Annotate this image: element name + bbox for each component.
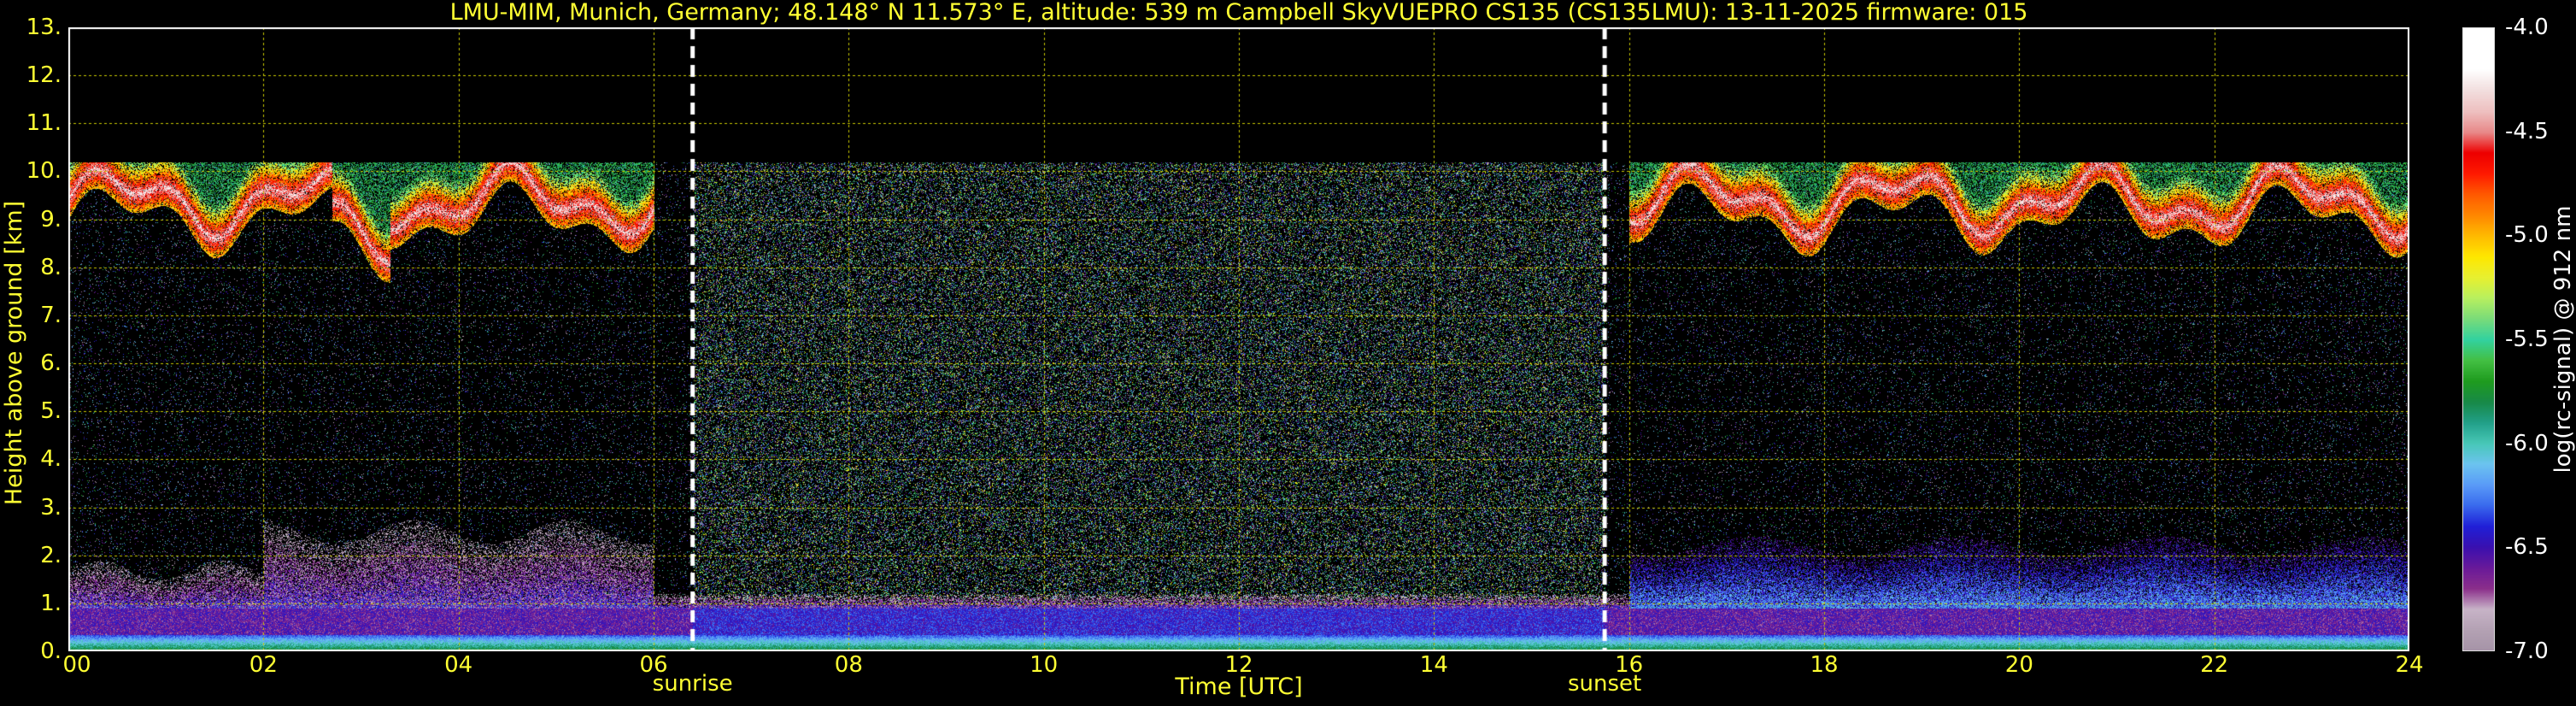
chart-title: LMU-MIM, Munich, Germany; 48.148° N 11.5… — [449, 0, 2028, 26]
y-tick-label: 4. — [40, 446, 62, 473]
ceilometer-chart: LMU-MIM, Munich, Germany; 48.148° N 11.5… — [0, 0, 2576, 706]
y-tick-label: 11. — [26, 110, 62, 137]
x-tick-label: 10 — [1030, 652, 1059, 678]
y-tick-label: 3. — [40, 494, 62, 521]
colorbar-tick-label: -7.0 — [2505, 638, 2549, 664]
x-tick-label: 00 — [62, 652, 91, 678]
x-tick-label: 08 — [834, 652, 863, 678]
y-tick-label: 6. — [40, 350, 62, 377]
x-tick-label: 22 — [2200, 652, 2229, 678]
y-tick-label: 8. — [40, 254, 62, 280]
y-tick-label: 10. — [26, 158, 62, 185]
y-tick-label: 7. — [40, 302, 62, 328]
y-tick-label: 5. — [40, 398, 62, 425]
y-tick-label: 1. — [40, 590, 62, 616]
colorbar-tick-label: -4.5 — [2505, 118, 2549, 144]
colorbar-label: log(rc-signal) @ 912 nm — [2550, 205, 2576, 474]
x-tick-label: 14 — [1419, 652, 1448, 678]
backscatter-heatmap — [68, 27, 2409, 651]
x-tick-label: 02 — [249, 652, 278, 678]
x-tick-label: 04 — [444, 652, 473, 678]
colorbar — [2462, 27, 2495, 651]
colorbar-tick-label: -6.0 — [2505, 430, 2549, 456]
x-tick-label: 12 — [1224, 652, 1253, 678]
sun-event-label: sunset — [1568, 671, 1642, 697]
colorbar-tick-label: -4.0 — [2505, 15, 2549, 40]
colorbar-tick-label: -5.0 — [2505, 222, 2549, 249]
y-tick-label: 2. — [40, 542, 62, 568]
y-tick-label: 9. — [40, 206, 62, 232]
x-tick-label: 24 — [2395, 652, 2424, 678]
y-tick-label: 13. — [26, 15, 62, 40]
colorbar-tick-label: -6.5 — [2505, 534, 2549, 561]
x-tick-label: 18 — [1810, 652, 1839, 678]
y-tick-label: 12. — [26, 62, 62, 89]
x-tick-label: 20 — [2004, 652, 2033, 678]
colorbar-tick-label: -5.5 — [2505, 327, 2549, 352]
sun-event-label: sunrise — [652, 671, 733, 697]
